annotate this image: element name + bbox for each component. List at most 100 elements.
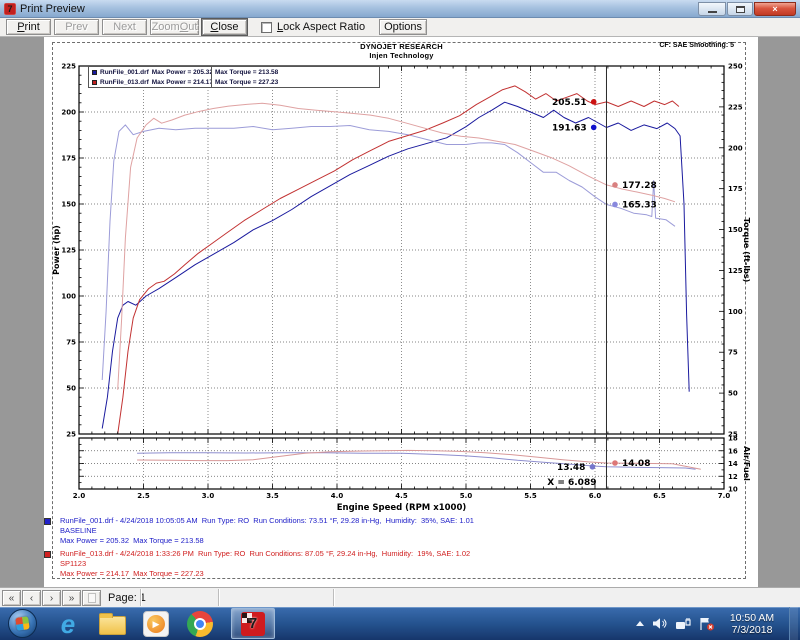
- close-window-button[interactable]: ×: [754, 2, 796, 16]
- legend-row-2-torque: Max Torque = 227.23: [211, 77, 379, 87]
- title-bar: 7 Print Preview ×: [0, 0, 800, 18]
- print-preview-toolbar: Print Prev Next Zoom Out Close Lock Aspe…: [0, 18, 800, 37]
- start-button[interactable]: [8, 609, 37, 638]
- minimize-icon: [708, 10, 717, 13]
- hidden-icons-arrow[interactable]: [636, 621, 644, 626]
- status-bar: « ‹ › » Page: 1: [0, 587, 800, 607]
- preview-area: DYNOJET RESEARCH Injen Technology CF: SA…: [0, 37, 800, 587]
- svg-text:4.5: 4.5: [395, 492, 408, 500]
- svg-text:250: 250: [728, 63, 743, 71]
- svg-text:2.5: 2.5: [137, 492, 150, 500]
- svg-text:225: 225: [61, 63, 76, 71]
- internet-explorer-icon: e: [61, 611, 75, 637]
- folder-icon: [99, 616, 126, 635]
- legend-row-1-left: RunFile_001.drf Max Power = 205.32: [89, 67, 211, 77]
- prev-button[interactable]: Prev: [54, 19, 99, 35]
- svg-text:175: 175: [728, 185, 743, 193]
- taskbar-internet-explorer[interactable]: e: [53, 609, 83, 639]
- svg-text:200: 200: [61, 109, 76, 117]
- run1-max-line: Max Power = 205.32 Max Torque = 213.58: [60, 536, 744, 546]
- page-icon: [88, 593, 96, 603]
- media-player-icon: ▶: [143, 611, 169, 637]
- svg-text:75: 75: [66, 339, 76, 347]
- next-button[interactable]: Next: [102, 19, 147, 35]
- legend-row-1-torque: Max Torque = 213.58: [211, 67, 379, 77]
- page-setup-button[interactable]: [82, 590, 101, 606]
- maximize-button[interactable]: [727, 2, 753, 16]
- legend-swatch-run1: [92, 70, 97, 75]
- run1-file-line: RunFile_001.drf - 4/24/2018 10:05:05 AM …: [60, 516, 744, 526]
- network-icon[interactable]: [675, 617, 691, 630]
- svg-text:100: 100: [728, 308, 743, 316]
- prev-page-button[interactable]: ‹: [22, 590, 41, 606]
- run1-name: BASELINE: [60, 526, 744, 536]
- taskbar-chrome[interactable]: [185, 609, 215, 639]
- svg-text:6.5: 6.5: [653, 492, 666, 500]
- run-info-run1: RunFile_001.drf - 4/24/2018 10:05:05 AM …: [44, 516, 744, 546]
- chart-legend: RunFile_001.drf Max Power = 205.32 Max T…: [88, 66, 380, 88]
- run2-max-line: Max Power = 214.17 Max Torque = 227.23: [60, 569, 744, 579]
- statusbar-separator: [140, 589, 141, 606]
- svg-text:4.0: 4.0: [331, 492, 344, 500]
- taskbar-clock[interactable]: 10:50 AM 7/3/2018: [723, 612, 781, 636]
- svg-text:75: 75: [728, 349, 738, 357]
- annotation-191.63: 191.63: [552, 123, 587, 133]
- clock-date: 7/3/2018: [723, 624, 781, 636]
- taskbar-media-player[interactable]: ▶: [141, 609, 171, 639]
- run2-name: SP1123: [60, 559, 744, 569]
- taskbar-winpep-active[interactable]: 7: [231, 608, 275, 639]
- options-button[interactable]: Options: [379, 19, 427, 35]
- window-title: Print Preview: [20, 3, 85, 15]
- volume-icon[interactable]: [652, 617, 667, 630]
- svg-text:3.0: 3.0: [202, 492, 215, 500]
- run1-swatch: [44, 518, 51, 525]
- dyno-chart-svg: 2.02.53.03.54.04.55.05.56.06.57.02550751…: [44, 37, 758, 515]
- minimize-button[interactable]: [698, 2, 726, 16]
- cursor-x-label: X = 6.089: [547, 478, 596, 488]
- legend-row-2-left: RunFile_013.drf Max Power = 214.17: [89, 77, 211, 87]
- svg-text:200: 200: [728, 144, 743, 152]
- svg-text:18: 18: [728, 435, 738, 443]
- annotation-14.08: 14.08: [622, 459, 650, 469]
- close-preview-button[interactable]: Close: [202, 19, 247, 35]
- annotation-205.51: 205.51: [552, 98, 587, 108]
- last-page-button[interactable]: »: [62, 590, 81, 606]
- svg-text:6.0: 6.0: [589, 492, 602, 500]
- app-icon: 7: [4, 3, 16, 15]
- statusbar-separator: [218, 589, 219, 606]
- zoom-out-button[interactable]: Zoom Out: [150, 19, 199, 35]
- lock-aspect-label: Lock Aspect Ratio: [277, 21, 365, 33]
- taskbar-file-explorer[interactable]: [97, 609, 127, 639]
- chrome-icon: [187, 611, 213, 637]
- run2-file-line: RunFile_013.drf - 4/24/2018 1:33:26 PM R…: [60, 549, 744, 559]
- first-page-button[interactable]: «: [2, 590, 21, 606]
- torque-axis-title: Torque (ft-lbs): [742, 218, 751, 283]
- svg-text:150: 150: [61, 201, 76, 209]
- print-button[interactable]: Print: [6, 19, 51, 35]
- action-center-flag-icon[interactable]: [699, 617, 715, 631]
- run-info-block: RunFile_001.drf - 4/24/2018 10:05:05 AM …: [44, 516, 744, 582]
- svg-text:150: 150: [728, 226, 743, 234]
- svg-text:125: 125: [728, 267, 743, 275]
- svg-text:16: 16: [728, 447, 738, 455]
- maximize-icon: [736, 6, 745, 13]
- next-page-button[interactable]: ›: [42, 590, 61, 606]
- marker-14.08: [612, 460, 618, 466]
- close-icon: ×: [772, 4, 777, 14]
- statusbar-separator: [333, 589, 334, 606]
- svg-text:125: 125: [61, 247, 76, 255]
- report-page: DYNOJET RESEARCH Injen Technology CF: SA…: [44, 37, 758, 587]
- legend-swatch-run2: [92, 80, 97, 85]
- annotation-165.33: 165.33: [622, 200, 657, 210]
- svg-text:225: 225: [728, 103, 743, 111]
- svg-text:10: 10: [728, 486, 738, 494]
- x-axis-title: Engine Speed (RPM x1000): [337, 503, 467, 513]
- show-desktop-button[interactable]: [789, 607, 798, 640]
- winpep-icon: 7: [241, 612, 265, 636]
- svg-text:5.0: 5.0: [460, 492, 473, 500]
- series-001-power: [102, 102, 689, 428]
- series-013-torque: [118, 103, 675, 390]
- marker-205.51: [591, 99, 597, 105]
- lock-aspect-checkbox[interactable]: [261, 22, 272, 33]
- svg-text:100: 100: [61, 293, 76, 301]
